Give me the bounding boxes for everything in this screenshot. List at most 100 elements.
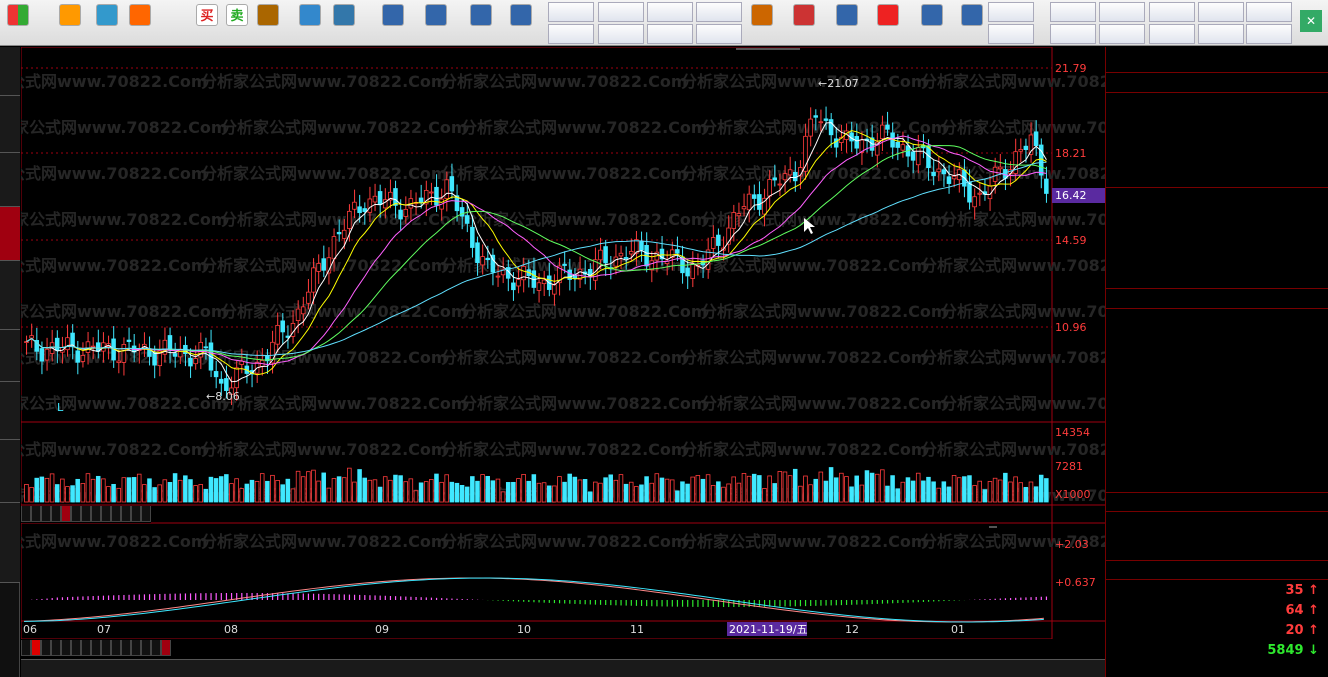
period-button[interactable] — [378, 2, 408, 44]
toolbar-link-3[interactable] — [696, 2, 742, 22]
volume-bar — [628, 481, 634, 503]
side-tab-5[interactable] — [0, 330, 20, 382]
candle — [511, 282, 516, 291]
candle — [280, 320, 285, 333]
vol-tab[interactable] — [111, 506, 121, 522]
toolbar-link-9[interactable] — [1246, 2, 1292, 22]
side-tab-2[interactable] — [0, 153, 20, 207]
toolbar-link2-2[interactable] — [647, 24, 693, 44]
indicator-tab[interactable] — [151, 640, 161, 656]
side-tab-8[interactable] — [0, 503, 20, 583]
data-button[interactable] — [832, 2, 862, 44]
indicator-tab[interactable] — [91, 640, 101, 656]
indicator-tab[interactable] — [71, 640, 81, 656]
vol-tab[interactable] — [141, 506, 151, 522]
indicator-tab[interactable] — [131, 640, 141, 656]
indicator-tab[interactable] — [81, 640, 91, 656]
fix-button[interactable] — [92, 2, 122, 44]
candle — [967, 181, 972, 203]
toolbar-link2-1[interactable] — [598, 24, 644, 44]
toolbar-link-2[interactable] — [647, 2, 693, 22]
test-button[interactable] — [125, 2, 155, 44]
vol-tab[interactable] — [31, 506, 41, 522]
side-tab-7[interactable] — [0, 440, 20, 503]
close-icon[interactable]: ✕ — [1300, 10, 1322, 32]
indicator-tab[interactable] — [51, 640, 61, 656]
toolbar-link2-9[interactable] — [1246, 24, 1292, 44]
toolbar-link2-3[interactable] — [696, 24, 742, 44]
draw-button[interactable] — [421, 2, 451, 44]
home-button[interactable] — [3, 2, 33, 44]
toolbar-link-1[interactable] — [598, 2, 644, 22]
quote-row — [1106, 438, 1328, 456]
volume-bar — [664, 478, 670, 503]
side-tab-1[interactable] — [0, 96, 20, 153]
sim-button[interactable] — [253, 2, 283, 44]
toolbar-link-6[interactable] — [1099, 2, 1145, 22]
vol-tab[interactable] — [121, 506, 131, 522]
vol-tab[interactable] — [51, 506, 61, 522]
side-tab-3[interactable] — [0, 207, 20, 261]
vol-tab[interactable] — [91, 506, 101, 522]
vol-tab[interactable] — [41, 506, 51, 522]
vol-tab[interactable] — [101, 506, 111, 522]
vol-tab[interactable] — [81, 506, 91, 522]
watch-button[interactable] — [295, 2, 325, 44]
chart-tool-button[interactable] — [760, 48, 768, 50]
side-tab-6[interactable] — [0, 382, 20, 440]
newipo-button[interactable] — [917, 2, 947, 44]
volume-bar — [736, 482, 742, 503]
vol-tab[interactable] — [131, 506, 141, 522]
volume-bar — [34, 477, 39, 503]
toolbar-link-7[interactable] — [1149, 2, 1195, 22]
indicator-tab[interactable] — [121, 640, 131, 656]
stock-button[interactable] — [466, 2, 496, 44]
toolbar-link-0[interactable] — [548, 2, 594, 22]
indicator-tab[interactable] — [111, 640, 121, 656]
toolbar-link-5[interactable] — [1050, 2, 1096, 22]
indicator-help-button[interactable] — [989, 526, 997, 528]
volume-bar — [265, 480, 270, 503]
toolbar-link-4[interactable] — [988, 2, 1034, 22]
indicator-tab[interactable] — [61, 640, 71, 656]
tiger-button[interactable] — [789, 2, 819, 44]
toolbar-link-8[interactable] — [1198, 2, 1244, 22]
candle — [1044, 178, 1049, 194]
chart-tool-button[interactable] — [776, 48, 784, 50]
chart-tool-button[interactable] — [752, 48, 760, 50]
toolbar-link2-4[interactable] — [988, 24, 1034, 44]
select-button[interactable] — [506, 2, 536, 44]
chart-tool-button[interactable] — [792, 48, 800, 50]
side-tab-4[interactable] — [0, 261, 20, 330]
hot-button[interactable] — [873, 2, 903, 44]
tech-button[interactable] — [747, 2, 777, 44]
chart-tool-button[interactable] — [744, 48, 752, 50]
indicator-tab[interactable] — [21, 640, 31, 656]
toolbar-link2-0[interactable] — [548, 24, 594, 44]
back-button[interactable] — [55, 2, 85, 44]
toolbar-link2-7[interactable] — [1149, 24, 1195, 44]
indicator-tab[interactable] — [101, 640, 111, 656]
vol-tab[interactable] — [71, 506, 81, 522]
buy-button[interactable]: 买 — [192, 2, 222, 44]
globe-button[interactable] — [957, 2, 987, 44]
chart-tool-button[interactable] — [768, 48, 776, 50]
indicator-tab[interactable] — [161, 640, 171, 656]
indicator-tab[interactable] — [41, 640, 51, 656]
volume-bar — [587, 491, 593, 503]
toolbar-link2-8[interactable] — [1198, 24, 1244, 44]
side-tab-0[interactable] — [0, 47, 20, 96]
chart-tool-button[interactable] — [784, 48, 792, 50]
toolbar-link2-6[interactable] — [1099, 24, 1145, 44]
toolbar-link2-5[interactable] — [1050, 24, 1096, 44]
chart-tool-button[interactable] — [736, 48, 744, 50]
indicator-tab[interactable] — [31, 640, 41, 656]
volume-bar — [910, 480, 916, 503]
sell-button[interactable]: 卖 — [222, 2, 252, 44]
vol-tab[interactable] — [61, 506, 71, 522]
f10-button[interactable] — [329, 2, 359, 44]
volume-bar — [644, 476, 649, 503]
vol-tab[interactable] — [21, 506, 31, 522]
watermark: 分析家公式网www.70822.Com — [201, 348, 448, 367]
indicator-tab[interactable] — [141, 640, 151, 656]
